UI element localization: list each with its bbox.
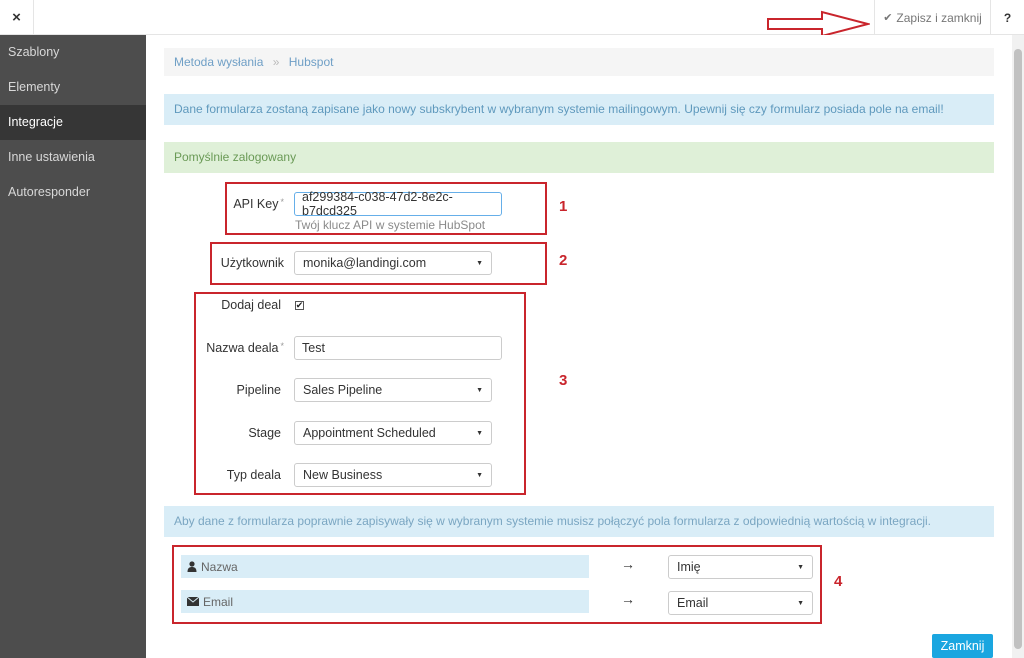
save-and-close-button[interactable]: ✔ Zapisz i zamknij xyxy=(874,0,991,35)
sidebar-item-elementy[interactable]: Elementy xyxy=(0,70,146,105)
main-panel: Metoda wysłania » Hubspot Dane formularz… xyxy=(146,35,1012,658)
mapping-target-value: Imię xyxy=(677,560,701,574)
sidebar-item-integracje[interactable]: Integracje xyxy=(0,105,146,140)
close-dialog-button[interactable]: Zamknij xyxy=(932,634,993,658)
api-key-input[interactable]: af299384-c038-47d2-8e2c-b7dcd325 xyxy=(294,190,502,218)
help-button[interactable]: ? xyxy=(991,0,1024,35)
mapping-target-select[interactable]: Email ▼ xyxy=(668,591,813,615)
close-button[interactable]: × xyxy=(0,0,34,35)
sidebar-item-inne-ustawienia[interactable]: Inne ustawienia xyxy=(0,140,146,175)
info-alert: Dane formularza zostaną zapisane jako no… xyxy=(164,94,994,125)
mapping-info-alert: Aby dane z formularza poprawnie zapisywa… xyxy=(164,506,994,537)
annotation-number-4: 4 xyxy=(834,573,843,590)
breadcrumb-separator: » xyxy=(272,55,280,69)
chevron-down-icon: ▼ xyxy=(797,599,804,607)
success-alert: Pomyślnie zalogowany xyxy=(164,142,994,173)
sidebar-item-autoresponder[interactable]: Autoresponder xyxy=(0,175,146,210)
arrow-right-icon: → xyxy=(621,556,635,572)
chevron-down-icon: ▼ xyxy=(476,429,483,437)
sidebar-item-szablony[interactable]: Szablony xyxy=(0,35,146,70)
stage-select-value: Appointment Scheduled xyxy=(303,426,436,440)
mapping-target-value: Email xyxy=(677,596,709,610)
scrollbar[interactable] xyxy=(1012,35,1024,658)
save-and-close-label: Zapisz i zamknij xyxy=(896,10,982,25)
top-bar: × ✔ Zapisz i zamknij ? xyxy=(0,0,1024,38)
envelope-icon xyxy=(187,597,199,606)
chevron-down-icon: ▼ xyxy=(476,471,483,479)
annotation-arrow xyxy=(767,10,870,38)
api-key-label: API Key * xyxy=(233,197,284,211)
mapping-target-select[interactable]: Imię ▼ xyxy=(668,555,813,579)
mapping-field-nazwa: Nazwa xyxy=(181,555,589,578)
scrollbar-thumb[interactable] xyxy=(1014,49,1022,649)
user-icon xyxy=(187,561,197,572)
chevron-down-icon: ▼ xyxy=(476,386,483,394)
deal-name-input[interactable]: Test xyxy=(294,336,502,360)
user-select-value: monika@landingi.com xyxy=(303,256,427,270)
stage-select[interactable]: Appointment Scheduled ▼ xyxy=(294,421,492,445)
mapping-field-email: Email xyxy=(181,590,589,613)
add-deal-checkbox[interactable]: ✔ xyxy=(295,300,304,310)
annotation-number-2: 2 xyxy=(559,252,568,269)
deal-name-label: Nazwa deala * xyxy=(206,341,284,355)
chevron-down-icon: ▼ xyxy=(476,259,483,267)
deal-type-label: Typ deala xyxy=(226,468,281,482)
chevron-down-icon: ▼ xyxy=(797,563,804,571)
stage-label: Stage xyxy=(248,426,281,440)
arrow-right-icon: → xyxy=(621,591,635,607)
api-key-help: Twój klucz API w systemie HubSpot xyxy=(295,218,486,232)
checkmark-icon: ✔ xyxy=(883,12,893,24)
annotation-number-1: 1 xyxy=(559,198,568,215)
add-deal-label: Dodaj deal xyxy=(221,298,281,312)
pipeline-select-value: Sales Pipeline xyxy=(303,383,383,397)
user-label: Użytkownik xyxy=(220,256,284,270)
deal-type-select[interactable]: New Business ▼ xyxy=(294,463,492,487)
breadcrumb-current: Hubspot xyxy=(288,55,334,69)
breadcrumb: Metoda wysłania » Hubspot xyxy=(164,48,994,76)
annotation-number-3: 3 xyxy=(559,372,568,389)
deal-type-select-value: New Business xyxy=(303,468,383,482)
breadcrumb-parent[interactable]: Metoda wysłania xyxy=(174,55,263,69)
sidebar: Szablony Elementy Integracje Inne ustawi… xyxy=(0,35,146,658)
user-select[interactable]: monika@landingi.com ▼ xyxy=(294,251,492,275)
pipeline-select[interactable]: Sales Pipeline ▼ xyxy=(294,378,492,402)
mapping-field-label: Email xyxy=(203,594,234,609)
mapping-field-label: Nazwa xyxy=(201,559,238,574)
pipeline-label: Pipeline xyxy=(236,383,281,397)
